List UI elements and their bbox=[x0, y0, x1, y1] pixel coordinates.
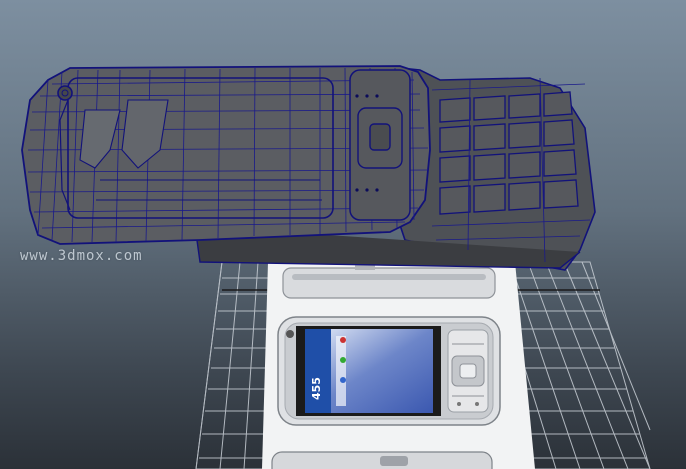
3d-viewport[interactable]: 455 www.3dmox.com bbox=[0, 0, 686, 469]
reference-phone-bottom-view bbox=[271, 451, 493, 469]
screen-number: 455 bbox=[310, 377, 323, 400]
wireframe-phone-model bbox=[21, 65, 596, 271]
reference-image-plane: 455 bbox=[262, 262, 535, 469]
viewport-scene: 455 bbox=[21, 65, 651, 469]
reference-phone-front-view: 455 bbox=[277, 316, 501, 426]
reference-phone-side-view bbox=[282, 262, 496, 299]
watermark-url: www.3dmox.com bbox=[20, 248, 143, 264]
